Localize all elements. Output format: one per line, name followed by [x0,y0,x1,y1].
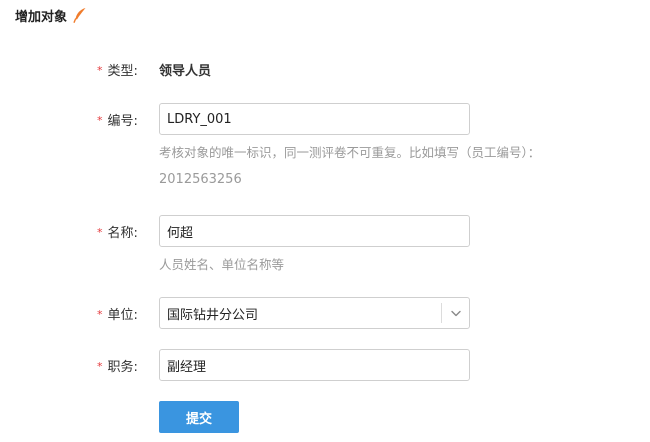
code-row: * 编号: LDRY_001 考核对象的唯一标识，同一测评卷不可重复。比如填写（员… [0,103,650,193]
name-input[interactable]: 何超 [159,215,470,247]
chevron-down-icon[interactable] [441,303,469,323]
type-label-text: 类型: [107,64,138,79]
code-label: * 编号: [97,110,138,129]
name-label-text: 名称: [107,226,138,241]
feather-icon [73,7,87,23]
required-mark: * [97,64,103,77]
header: 增加对象 [15,5,87,25]
submit-button[interactable]: 提交 [159,401,239,433]
code-label-text: 编号: [107,114,138,129]
type-value: 领导人员 [159,64,212,79]
position-row: * 职务: 副经理 [0,349,650,381]
type-label: * 类型: [97,60,138,79]
required-mark: * [97,226,103,239]
position-label-text: 职务: [107,360,138,375]
unit-select[interactable]: 国际钻井分公司 [159,297,470,329]
required-mark: * [97,114,103,127]
name-row: * 名称: 何超 人员姓名、单位名称等 [0,215,650,272]
unit-select-value: 国际钻井分公司 [167,307,259,323]
code-input[interactable]: LDRY_001 [159,103,470,135]
required-mark: * [97,360,103,373]
code-hint: 考核对象的唯一标识，同一测评卷不可重复。比如填写（员工编号）： [159,145,541,160]
unit-label: * 单位: [97,304,138,323]
position-label: * 职务: [97,356,138,375]
type-row: * 类型: 领导人员 [0,60,650,79]
name-label: * 名称: [97,222,138,241]
unit-row: * 单位: 国际钻井分公司 [0,297,650,329]
add-object-page: 增加对象 * 类型: 领导人员 * 编号: LDRY_001 考核对象的唯一标识，同… [0,0,650,442]
unit-label-text: 单位: [107,308,138,323]
required-mark: * [97,308,103,321]
name-hint: 人员姓名、单位名称等 [159,257,285,272]
code-hint-example: 2012563256 [159,172,242,187]
position-input[interactable]: 副经理 [159,349,470,381]
page-title: 增加对象 [15,9,68,25]
